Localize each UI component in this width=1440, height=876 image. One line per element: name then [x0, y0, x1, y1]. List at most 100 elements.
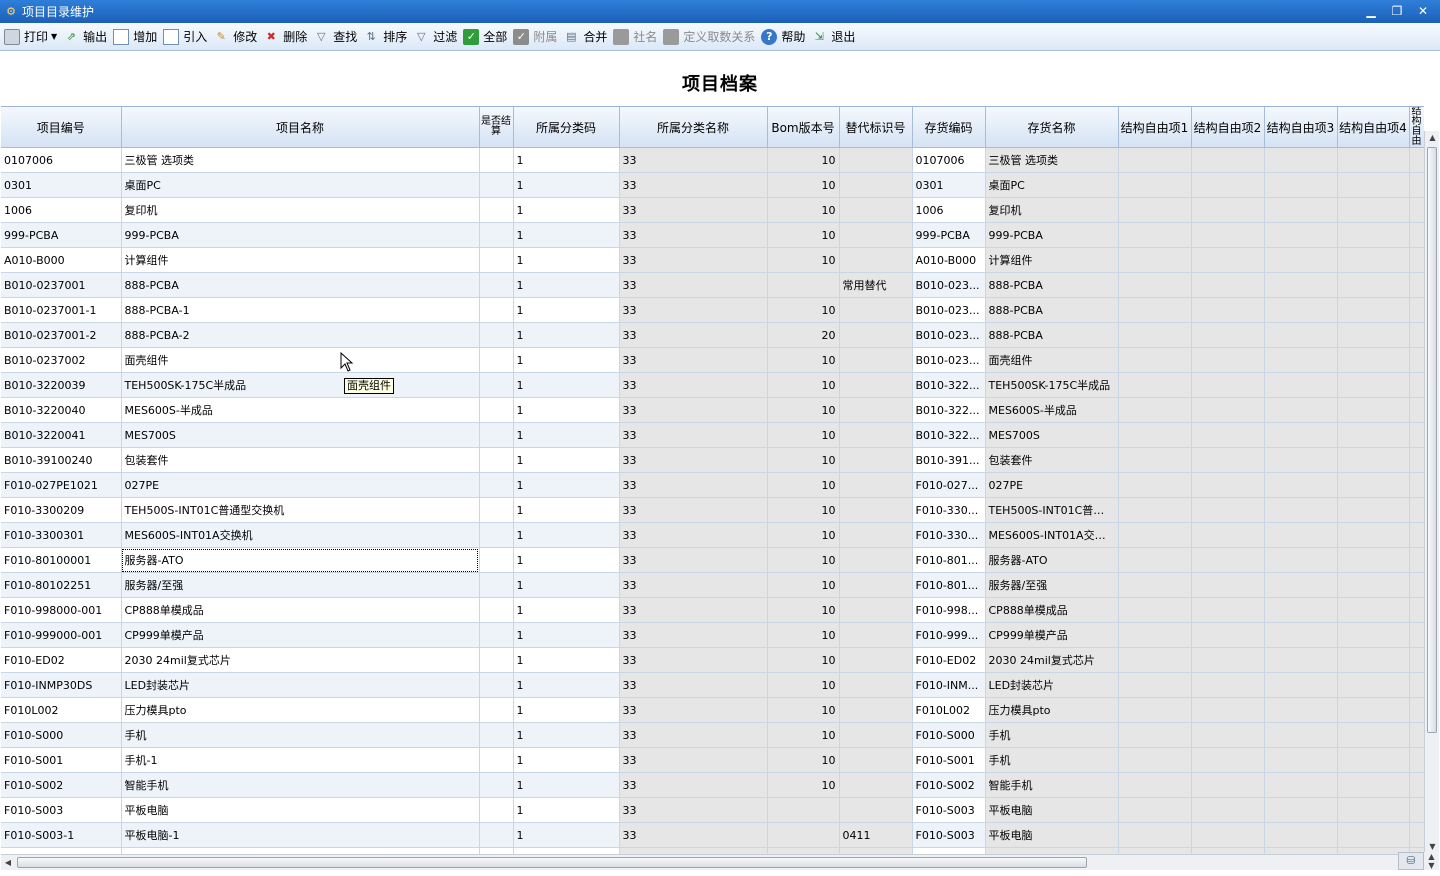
- cell-cat[interactable]: 1: [513, 197, 620, 223]
- table-row[interactable]: F010-S003 平板电脑 1 33 F010-S003 平板电脑: [1, 797, 1424, 823]
- cell-catname[interactable]: 33: [619, 447, 768, 473]
- cell-free-item[interactable]: [1191, 722, 1265, 748]
- cell-code[interactable]: F010-3300301: [1, 522, 122, 548]
- table-row[interactable]: F010L002 压力模具pto 1 33 10 F010L002 压力模具pto: [1, 697, 1424, 723]
- cell-code[interactable]: F010-INMP30DS: [1, 672, 122, 698]
- cell-name[interactable]: 999-PCBA: [121, 222, 480, 248]
- cell-invname[interactable]: 手机: [985, 747, 1119, 773]
- cell-catname[interactable]: 33: [619, 547, 768, 573]
- cell-name[interactable]: 服务器/至强: [121, 572, 480, 598]
- cell-free-item[interactable]: [1337, 797, 1410, 823]
- cell-free-item[interactable]: [1118, 222, 1192, 248]
- cell-free-item[interactable]: [1191, 522, 1265, 548]
- cell-free-item[interactable]: [1409, 197, 1424, 223]
- cell-bom[interactable]: 10: [767, 647, 840, 673]
- cell-free-item[interactable]: [1264, 547, 1338, 573]
- cell-alt[interactable]: [839, 647, 913, 673]
- cell-free-item[interactable]: [1337, 372, 1410, 398]
- cell-free-item[interactable]: [1264, 197, 1338, 223]
- cell-free-item[interactable]: [1409, 297, 1424, 323]
- cell-code[interactable]: F010-3300209: [1, 497, 122, 523]
- cell-free-item[interactable]: [1337, 272, 1410, 298]
- cell-invname[interactable]: 999-PCBA: [985, 222, 1119, 248]
- cell-cat[interactable]: 1: [513, 272, 620, 298]
- cell-free-item[interactable]: [1409, 597, 1424, 623]
- cell-alt[interactable]: [839, 697, 913, 723]
- cell-cat[interactable]: 1: [513, 347, 620, 373]
- cell-code[interactable]: F010-S002: [1, 772, 122, 798]
- cell-catname[interactable]: 33: [619, 497, 768, 523]
- table-row[interactable]: B010-3220039 TEH500SK-175C半成品 1 33 10 B010-32…: [1, 372, 1424, 398]
- cell-cat[interactable]: 1: [513, 747, 620, 773]
- cell-free-item[interactable]: [1337, 597, 1410, 623]
- cell-free-item[interactable]: [1337, 222, 1410, 248]
- cell-name[interactable]: 桌面PC: [121, 172, 480, 198]
- cell-code[interactable]: B010-0237001-1: [1, 297, 122, 323]
- cell-free-item[interactable]: [1409, 447, 1424, 473]
- cell-code[interactable]: 999-PCBA: [1, 222, 122, 248]
- edit-button[interactable]: ✎ 修改: [211, 26, 261, 48]
- cell-invname[interactable]: 面壳组件: [985, 347, 1119, 373]
- cell-free-item[interactable]: [1409, 547, 1424, 573]
- cell-name[interactable]: MES600S-INT01A交换机: [121, 522, 480, 548]
- column-header[interactable]: 是否结算: [479, 107, 514, 148]
- cell-name[interactable]: 三极管 选项类: [121, 147, 480, 173]
- cell-bom[interactable]: 10: [767, 347, 840, 373]
- cell-catname[interactable]: 33: [619, 297, 768, 323]
- cell-alt[interactable]: 0411: [839, 822, 913, 848]
- cell-free-item[interactable]: [1264, 822, 1338, 848]
- cell-bom[interactable]: 20: [767, 322, 840, 348]
- cell-catname[interactable]: 33: [619, 272, 768, 298]
- cell-bom[interactable]: 10: [767, 597, 840, 623]
- cell-code[interactable]: B010-0237002: [1, 347, 122, 373]
- cell-alt[interactable]: [839, 222, 913, 248]
- cell-free-item[interactable]: [1264, 797, 1338, 823]
- cell-invname[interactable]: 888-PCBA: [985, 322, 1119, 348]
- vertical-scrollbar[interactable]: ▲ ▼: [1424, 131, 1439, 854]
- cell-alt[interactable]: 常用替代: [839, 272, 913, 298]
- cell-free-item[interactable]: [1337, 347, 1410, 373]
- cell-bom[interactable]: 10: [767, 672, 840, 698]
- chevron-down-icon[interactable]: ▼: [51, 32, 57, 41]
- cell-settle[interactable]: [479, 247, 514, 273]
- cell-bom[interactable]: 10: [767, 697, 840, 723]
- add-button[interactable]: 增加: [111, 26, 161, 48]
- cell-free-item[interactable]: [1118, 372, 1192, 398]
- cell-inv[interactable]: F010-330...: [912, 497, 986, 523]
- cell-free-item[interactable]: [1191, 797, 1265, 823]
- cell-cat[interactable]: 1: [513, 147, 620, 173]
- cell-code[interactable]: B010-3220041: [1, 422, 122, 448]
- cell-catname[interactable]: 33: [619, 697, 768, 723]
- cell-free-item[interactable]: [1264, 247, 1338, 273]
- cell-code[interactable]: B010-39100240: [1, 447, 122, 473]
- cell-free-item[interactable]: [1191, 697, 1265, 723]
- scroll-up-icon[interactable]: ▲: [1425, 131, 1440, 145]
- column-header[interactable]: 所属分类码: [513, 107, 620, 148]
- cell-free-item[interactable]: [1264, 172, 1338, 198]
- cell-free-item[interactable]: [1118, 647, 1192, 673]
- column-header[interactable]: 存货编码: [912, 107, 986, 148]
- cell-inv[interactable]: A010-B000: [912, 247, 986, 273]
- cell-settle[interactable]: [479, 297, 514, 323]
- cell-invname[interactable]: MES600S-INT01A交换机: [985, 522, 1119, 548]
- cell-free-item[interactable]: [1337, 422, 1410, 448]
- cell-cat[interactable]: 1: [513, 572, 620, 598]
- cell-free-item[interactable]: [1191, 197, 1265, 223]
- cell-catname[interactable]: 33: [619, 472, 768, 498]
- cell-invname[interactable]: MES700S: [985, 422, 1119, 448]
- cell-free-item[interactable]: [1409, 172, 1424, 198]
- cell-inv[interactable]: F010-S003: [912, 797, 986, 823]
- cell-free-item[interactable]: [1264, 722, 1338, 748]
- cell-bom[interactable]: [767, 797, 840, 823]
- cell-alt[interactable]: [839, 347, 913, 373]
- column-header[interactable]: 结构自由项1: [1118, 107, 1192, 148]
- filter-button[interactable]: ▽ 过滤: [411, 26, 461, 48]
- cell-name[interactable]: LED封装芯片: [121, 672, 480, 698]
- horizontal-scroll-thumb[interactable]: [17, 857, 1087, 868]
- cell-free-item[interactable]: [1191, 747, 1265, 773]
- table-row[interactable]: F010-998000-001 CP888单模成品 1 33 10 F010-998...…: [1, 597, 1424, 623]
- cell-inv[interactable]: F010-330...: [912, 522, 986, 548]
- cell-cat[interactable]: 1: [513, 497, 620, 523]
- cell-code[interactable]: F010-S003-1: [1, 822, 122, 848]
- cell-alt[interactable]: [839, 572, 913, 598]
